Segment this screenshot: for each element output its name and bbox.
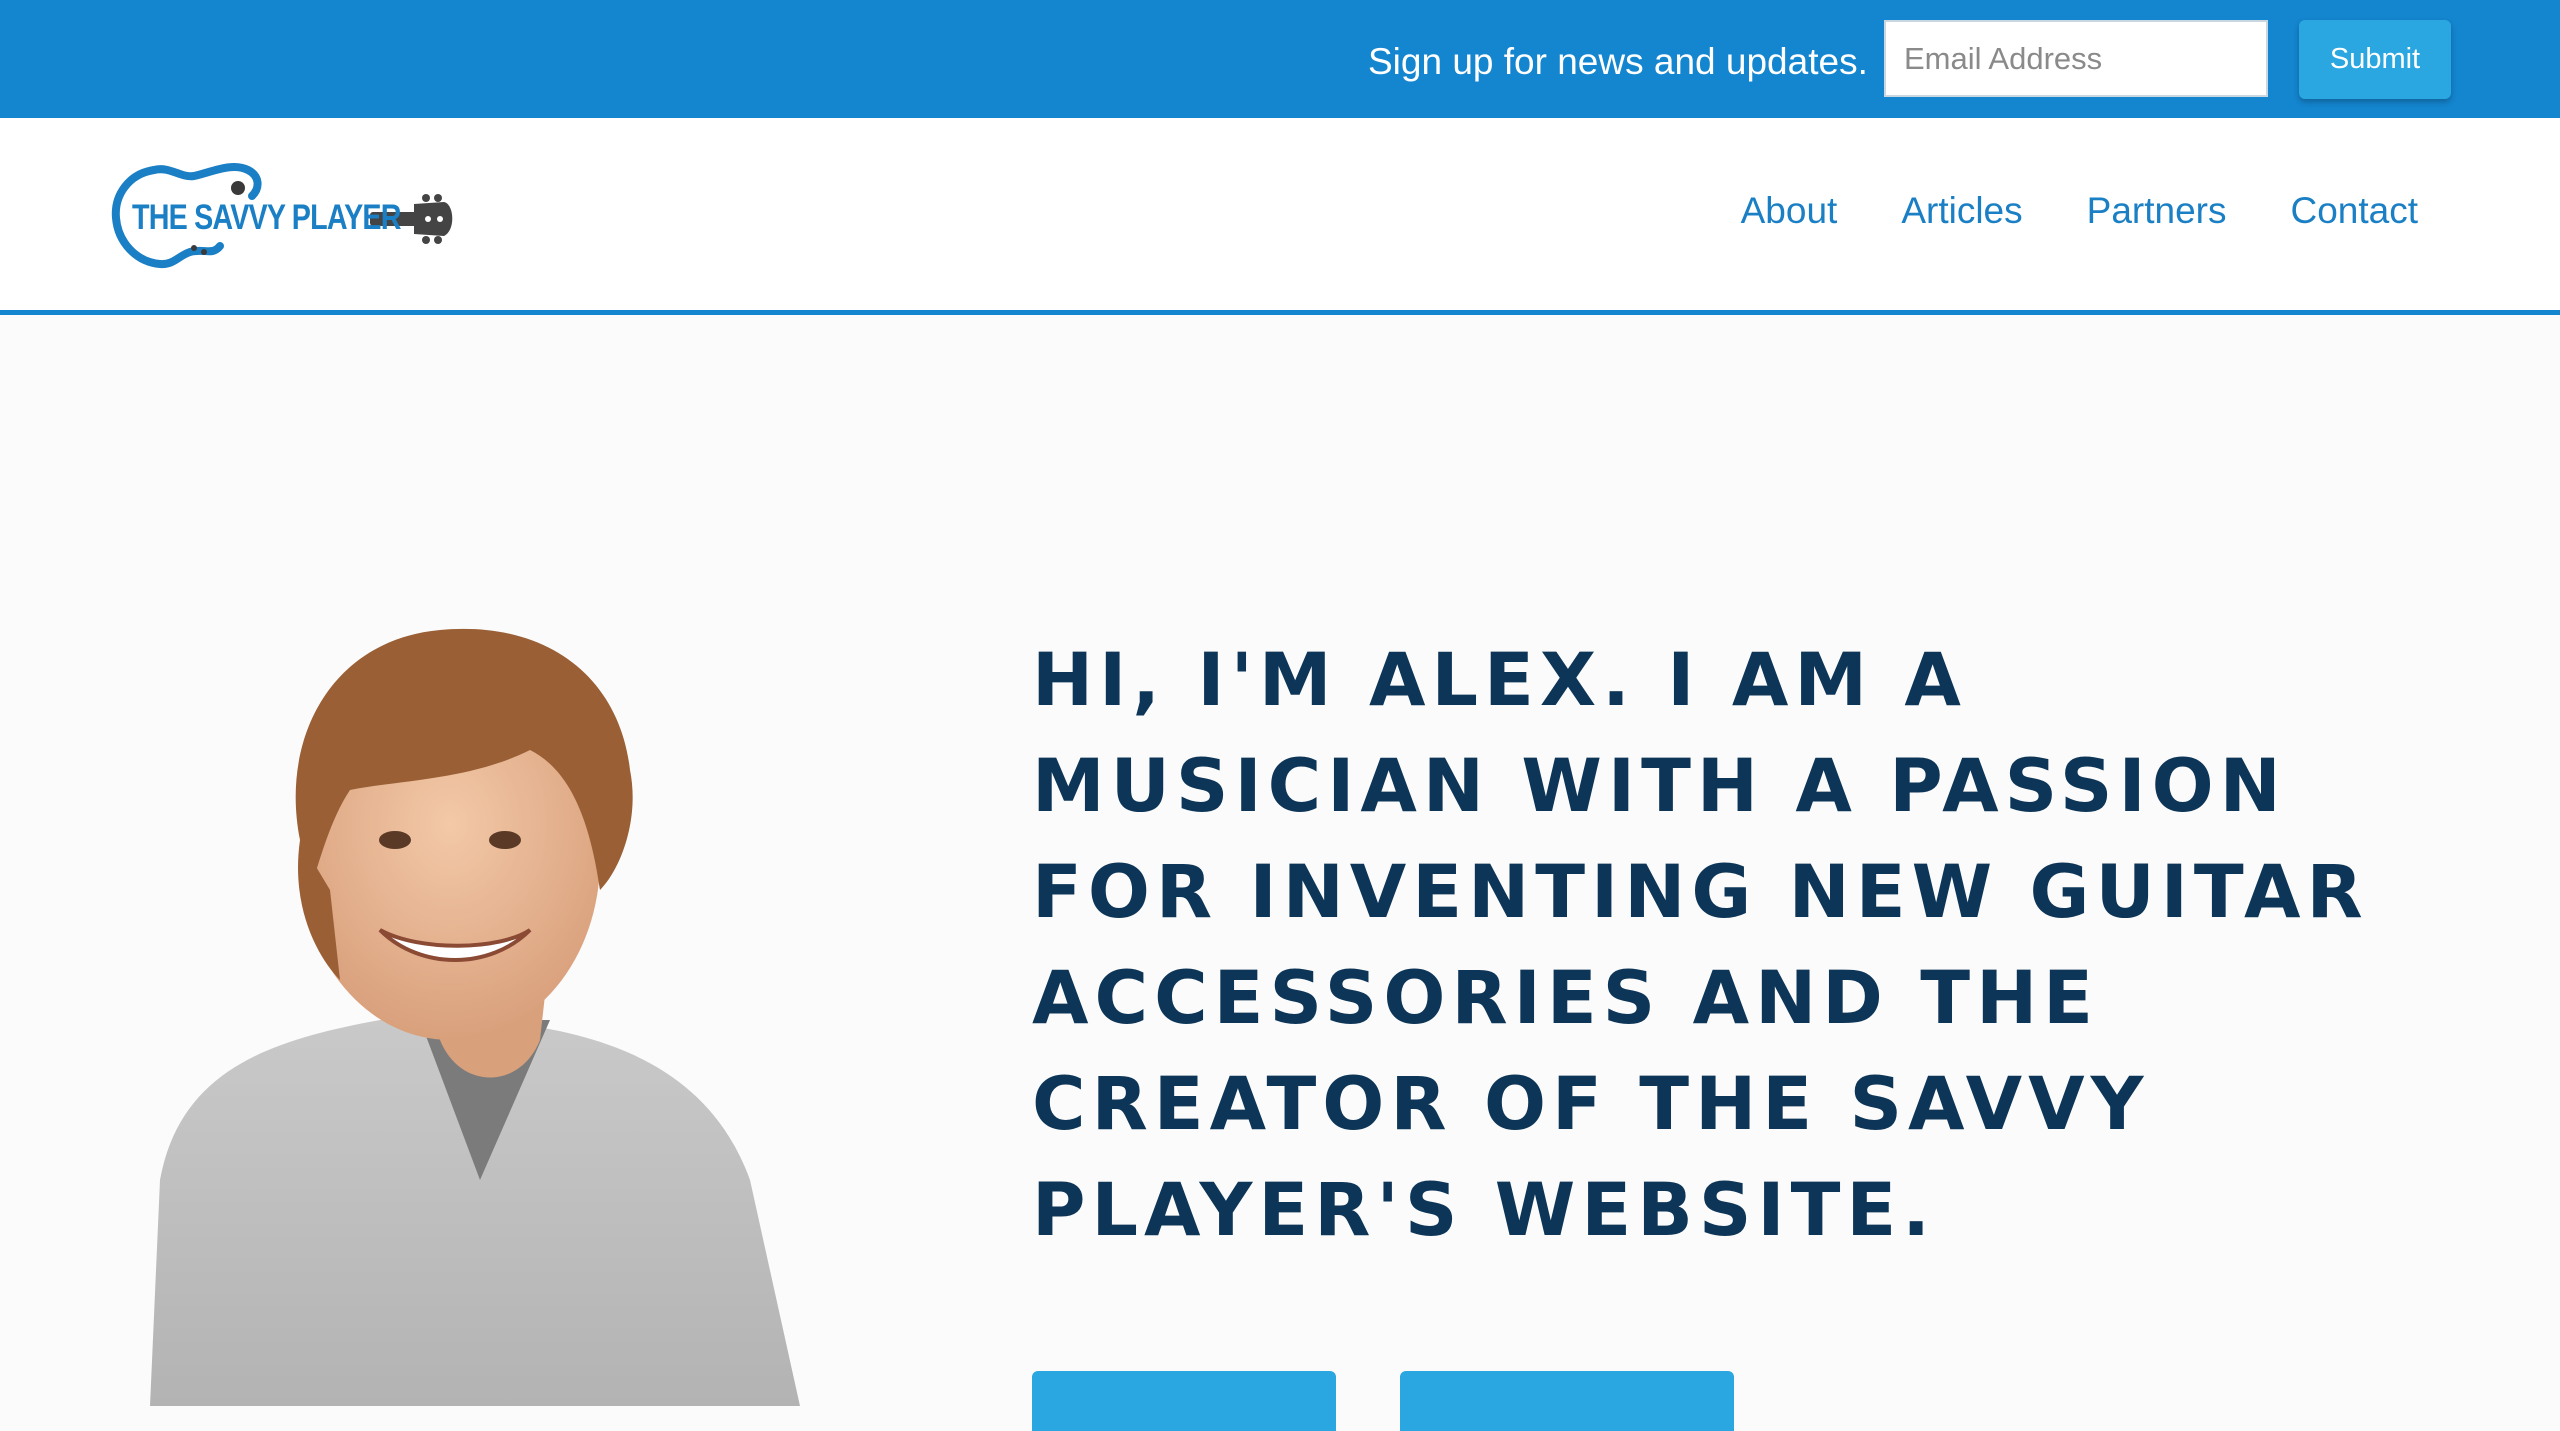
portrait-image [150,620,890,1406]
site-logo[interactable]: THE SAVVY PLAYER [108,156,458,276]
logo-text: THE SAVVY PLAYER [132,198,401,237]
main-nav: About Articles Partners Contact [1741,190,2418,232]
site-header: THE SAVVY PLAYER About Articles Partners… [0,118,2560,315]
cta-primary-button[interactable] [1032,1371,1336,1431]
email-input[interactable] [1884,20,2268,97]
signup-bar: Sign up for news and updates. Submit [0,0,2560,118]
nav-about[interactable]: About [1741,190,1838,232]
nav-partners[interactable]: Partners [2087,190,2227,232]
cta-secondary-button[interactable] [1400,1371,1734,1431]
submit-button[interactable]: Submit [2299,20,2451,99]
signup-text: Sign up for news and updates. [1368,41,1868,82]
nav-contact[interactable]: Contact [2290,190,2418,232]
nav-articles[interactable]: Articles [1901,190,2022,232]
hero-headline: HI, I'M ALEX. I AM A MUSICIAN WITH A PAS… [1032,638,2369,1253]
